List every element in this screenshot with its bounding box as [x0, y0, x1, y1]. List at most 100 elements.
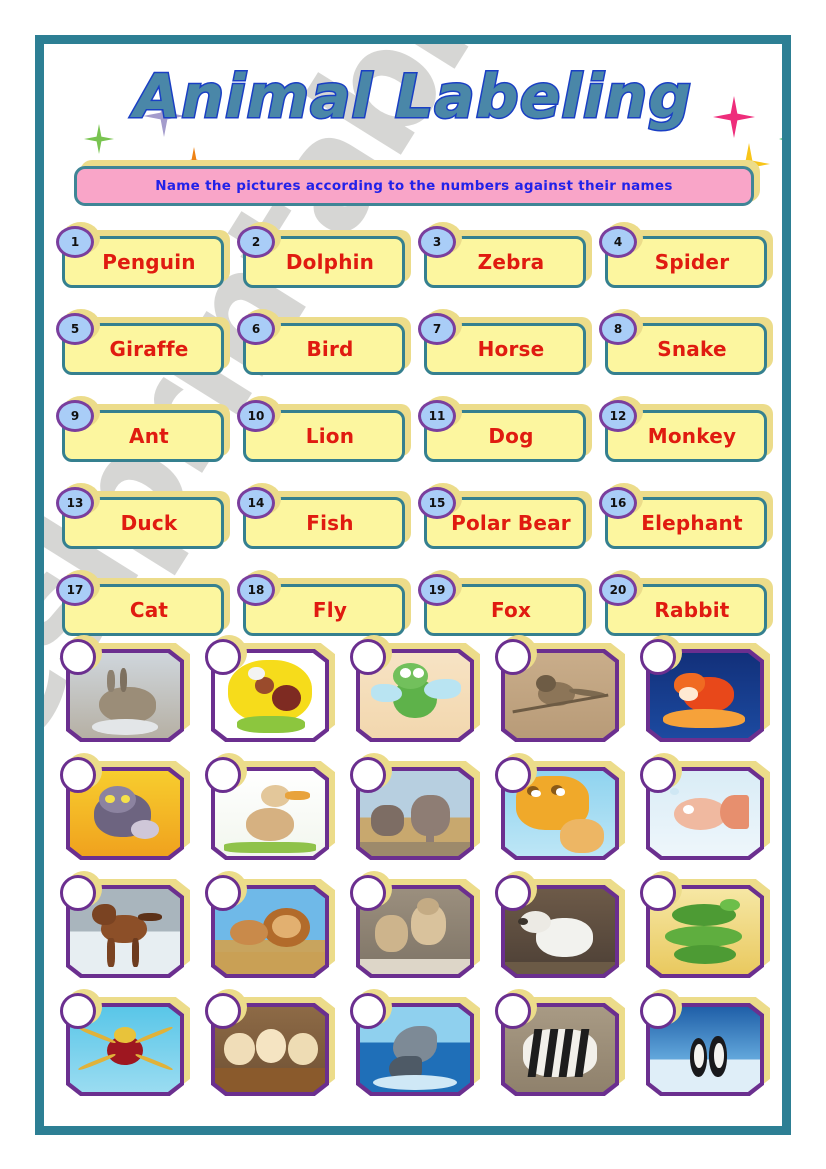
word-card-number-badge: 2 [237, 226, 275, 258]
word-card: Spider 4 [597, 222, 778, 309]
answer-blank-circle[interactable] [350, 757, 386, 793]
word-card-number-badge: 13 [56, 487, 94, 519]
word-card-label: Bird [306, 337, 354, 361]
word-card: Dolphin 2 [235, 222, 416, 309]
word-card: Giraffe 5 [54, 309, 235, 396]
word-card: Snake 8 [597, 309, 778, 396]
picture-card [348, 871, 493, 989]
word-card-label: Giraffe [109, 337, 189, 361]
answer-blank-circle[interactable] [60, 757, 96, 793]
picture-card [493, 989, 638, 1107]
worksheet-sheet: eslprintables.com Animal Labeling Name t… [35, 35, 791, 1135]
instruction-banner-body: Name the pictures according to the numbe… [74, 166, 754, 206]
word-card: Duck 13 [54, 483, 235, 570]
answer-blank-circle[interactable] [495, 875, 531, 911]
word-card-label: Snake [657, 337, 727, 361]
word-card-number: 1 [70, 235, 80, 249]
word-card-label: Fly [312, 598, 348, 622]
word-card-grid: Penguin 1 Dolphin 2 Zebra 3 Spider 4 Giraffe 5 Bir… [54, 222, 778, 657]
picture-card [203, 753, 348, 871]
word-card-number: 11 [428, 409, 446, 423]
word-card-number-badge: 16 [599, 487, 637, 519]
word-card-label: Spider [654, 250, 730, 274]
word-card-label: Duck [120, 511, 178, 535]
word-card-label: Lion [305, 424, 355, 448]
word-card: Elephant 16 [597, 483, 778, 570]
answer-blank-circle[interactable] [205, 757, 241, 793]
answer-blank-circle[interactable] [205, 639, 241, 675]
word-card-number: 2 [251, 235, 261, 249]
word-card-label: Dog [488, 424, 534, 448]
word-card-number: 15 [428, 496, 446, 510]
picture-card [638, 753, 782, 871]
picture-card [203, 989, 348, 1107]
word-card: Dog 11 [416, 396, 597, 483]
word-card-number: 19 [428, 583, 446, 597]
word-card: Penguin 1 [54, 222, 235, 309]
picture-card [638, 635, 782, 753]
word-card: Horse 7 [416, 309, 597, 396]
answer-blank-circle[interactable] [640, 757, 676, 793]
word-card-number-badge: 15 [418, 487, 456, 519]
instruction-text: Name the pictures according to the numbe… [155, 178, 673, 194]
word-card-number: 3 [432, 235, 442, 249]
word-card: Ant 9 [54, 396, 235, 483]
picture-card [203, 635, 348, 753]
word-card-label: Penguin [102, 250, 196, 274]
word-card-number: 10 [247, 409, 265, 423]
word-card-label: Elephant [641, 511, 743, 535]
word-card-number-badge: 8 [599, 313, 637, 345]
instruction-banner: Name the pictures according to the numbe… [74, 160, 760, 210]
picture-card [203, 871, 348, 989]
picture-card [58, 989, 203, 1107]
picture-card-grid [58, 635, 782, 1107]
answer-blank-circle[interactable] [60, 993, 96, 1029]
word-card-number: 18 [247, 583, 265, 597]
word-card-number-badge: 1 [56, 226, 94, 258]
picture-card [58, 753, 203, 871]
answer-blank-circle[interactable] [205, 993, 241, 1029]
picture-card [58, 635, 203, 753]
word-card-number-badge: 4 [599, 226, 637, 258]
word-card: Zebra 3 [416, 222, 597, 309]
word-card-number: 5 [70, 322, 80, 336]
word-card-number-badge: 20 [599, 574, 637, 606]
word-card-number-badge: 9 [56, 400, 94, 432]
word-card-number: 6 [251, 322, 261, 336]
word-card-number: 20 [609, 583, 627, 597]
word-card-number-badge: 17 [56, 574, 94, 606]
word-card-number-badge: 11 [418, 400, 456, 432]
answer-blank-circle[interactable] [60, 875, 96, 911]
word-card-label: Horse [477, 337, 545, 361]
picture-card [638, 871, 782, 989]
answer-blank-circle[interactable] [350, 639, 386, 675]
word-card-label: Polar Bear [451, 511, 571, 535]
answer-blank-circle[interactable] [640, 875, 676, 911]
word-card-label: Fox [490, 598, 532, 622]
word-card-number: 16 [609, 496, 627, 510]
answer-blank-circle[interactable] [60, 639, 96, 675]
answer-blank-circle[interactable] [640, 993, 676, 1029]
picture-card [493, 753, 638, 871]
answer-blank-circle[interactable] [495, 757, 531, 793]
word-card: Monkey 12 [597, 396, 778, 483]
word-card-number-badge: 18 [237, 574, 275, 606]
picture-card [493, 635, 638, 753]
answer-blank-circle[interactable] [350, 875, 386, 911]
word-card-number: 9 [70, 409, 80, 423]
word-card-label: Cat [129, 598, 169, 622]
word-card-number: 7 [432, 322, 442, 336]
word-card-label: Fish [306, 511, 354, 535]
word-card-number-badge: 3 [418, 226, 456, 258]
answer-blank-circle[interactable] [640, 639, 676, 675]
answer-blank-circle[interactable] [350, 993, 386, 1029]
word-card-number-badge: 6 [237, 313, 275, 345]
answer-blank-circle[interactable] [495, 993, 531, 1029]
word-card-label: Zebra [477, 250, 545, 274]
word-card-label: Dolphin [285, 250, 375, 274]
answer-blank-circle[interactable] [205, 875, 241, 911]
word-card-label: Ant [129, 424, 169, 448]
picture-card [58, 871, 203, 989]
picture-card [348, 753, 493, 871]
answer-blank-circle[interactable] [495, 639, 531, 675]
